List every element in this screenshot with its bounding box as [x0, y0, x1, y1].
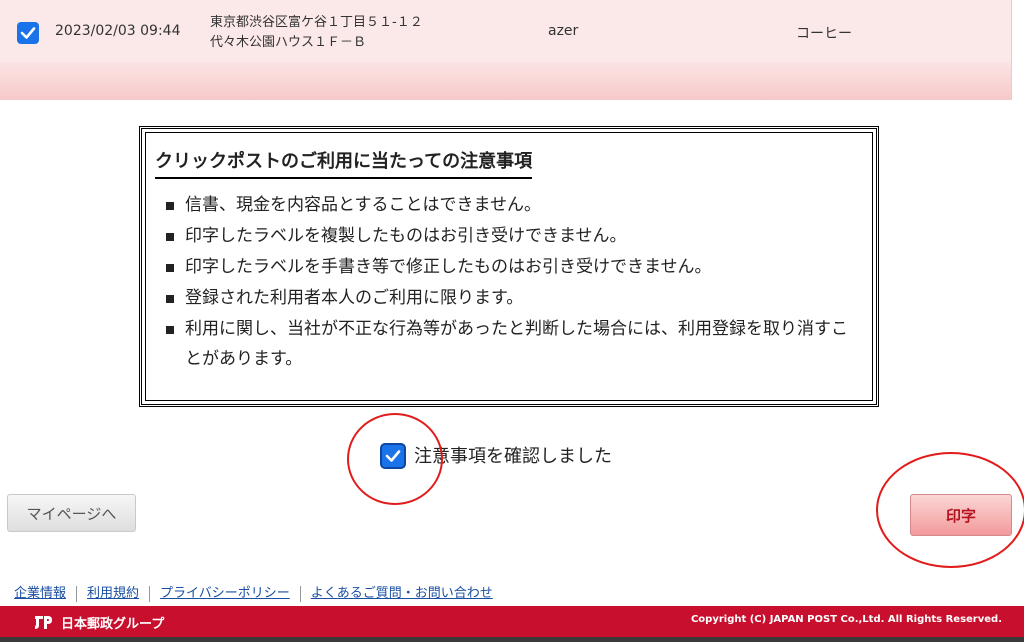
address-line-1: 東京都渋谷区富ケ谷１丁目５１-１２ [210, 15, 423, 30]
row-checkbox[interactable] [17, 22, 39, 44]
row-address: 東京都渋谷区富ケ谷１丁目５１-１２ 代々木公園ハウス１Ｆ－Ｂ [210, 13, 423, 53]
annotation-circle-print [876, 452, 1024, 568]
notice-item: 信書、現金を内容品とすることはできません。 [160, 190, 860, 220]
notice-item: 登録された利用者本人のご利用に限ります。 [160, 283, 860, 313]
table-right-border [1011, 0, 1012, 100]
link-separator [76, 585, 78, 602]
row-recipient-name: azer [548, 23, 579, 39]
row-item-content: コーヒー [796, 26, 852, 42]
japan-post-logo-icon [35, 616, 52, 629]
footer-logo-text: 日本郵政グループ [61, 617, 165, 632]
footer-link-privacy[interactable]: プライバシーポリシー [160, 586, 290, 601]
confirm-label[interactable]: 注意事項を確認しました [414, 442, 612, 468]
footer-links: 企業情報 利用規約 プライバシーポリシー よくあるご質問・お問い合わせ [14, 582, 493, 602]
notice-title: クリックポストのご利用に当たっての注意事項 [155, 147, 533, 179]
footer-link-faq[interactable]: よくあるご質問・お問い合わせ [311, 586, 493, 601]
link-separator [149, 585, 151, 602]
taskbar-strip [0, 637, 1024, 642]
copyright-text: Copyright (C) JAPAN POST Co.,Ltd. All Ri… [690, 614, 1002, 625]
shipment-table-row: 2023/02/03 09:44 東京都渋谷区富ケ谷１丁目５１-１２ 代々木公園… [0, 0, 1012, 63]
table-footer-band [0, 62, 1012, 100]
link-separator [299, 585, 301, 602]
notice-list: 信書、現金を内容品とすることはできません。 印字したラベルを複製したものはお引き… [160, 190, 860, 375]
notice-item: 利用に関し、当社が不正な行為等があったと判断した場合には、利用登録を取り消すこと… [160, 314, 860, 374]
footer-link-company[interactable]: 企業情報 [14, 586, 66, 601]
row-datetime: 2023/02/03 09:44 [55, 23, 181, 39]
mypage-button[interactable]: マイページへ [7, 494, 136, 532]
annotation-circle-checkbox [347, 413, 443, 505]
check-icon [20, 27, 36, 39]
address-line-2: 代々木公園ハウス１Ｆ－Ｂ [210, 35, 367, 50]
notice-item: 印字したラベルを手書き等で修正したものはお引き受けできません。 [160, 252, 860, 282]
footer-link-terms[interactable]: 利用規約 [87, 586, 139, 601]
notice-item: 印字したラベルを複製したものはお引き受けできません。 [160, 221, 860, 251]
